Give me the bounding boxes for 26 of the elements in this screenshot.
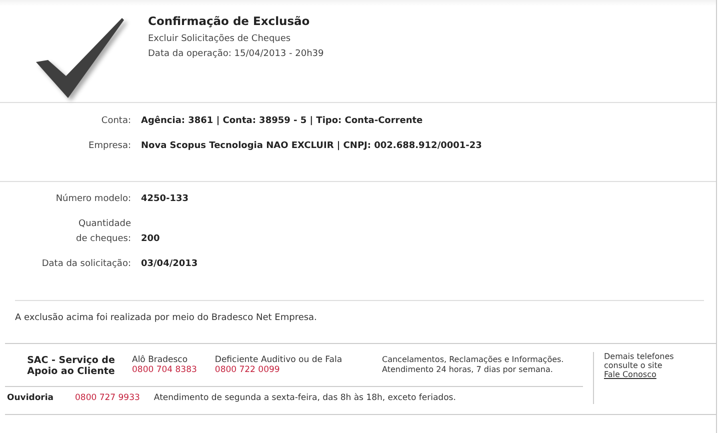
subtitle: Excluir Solicitações de Cheques	[148, 33, 292, 46]
field-label: Número modelo:	[54, 192, 131, 206]
ouvidoria-label: Ouvidoria	[7, 393, 54, 403]
hours-text: Atendimento de segunda a sexta-feira, das 8h às 18h, exceto feriados.	[154, 393, 456, 403]
phone-number: 0800 704 8383	[132, 365, 197, 375]
sac-info: Cancelamentos, Reclamações e Informações. Atendimento 24 horas, 7 dias por semana.	[382, 355, 564, 376]
field-value: 200	[141, 233, 160, 246]
operation-date: Data da operação: 15/04/2013 - 20h39	[148, 48, 324, 61]
phone-number: 0800 722 0099	[214, 365, 281, 375]
field-label: Conta:	[100, 115, 131, 128]
field-label: Empresa:	[88, 140, 131, 153]
phone-number: 0800 727 9933	[75, 393, 140, 403]
contact-name: Deficiente Auditivo ou de Fala	[214, 355, 342, 365]
page-title: Confirmação de Exclusão	[148, 14, 311, 28]
contact-link[interactable]: Fale Conosco	[604, 370, 656, 379]
field-label: Data da solicitação:	[40, 258, 131, 271]
sac-title: SAC - Serviço de Apoio ao Cliente	[26, 355, 116, 379]
checkmark-icon	[36, 18, 126, 98]
other-phones-text: Demais telefones consulte o site	[604, 352, 674, 370]
field-value: Agência: 3861 | Conta: 38959 - 5 | Tipo: Conta-Corrente	[141, 114, 423, 128]
contact-name: Alô Bradesco	[132, 355, 189, 365]
note-text: A exclusão acima foi realizada por meio do Bradesco Net Empresa.	[15, 313, 318, 325]
field-value: Nova Scopus Tecnologia NAO EXCLUIR | CNPJ: 002.688.912/0001-23	[141, 140, 482, 153]
field-label: Quantidade de cheques:	[75, 218, 131, 246]
field-value: 03/04/2013	[141, 258, 198, 271]
field-value: 4250-133	[141, 193, 189, 206]
